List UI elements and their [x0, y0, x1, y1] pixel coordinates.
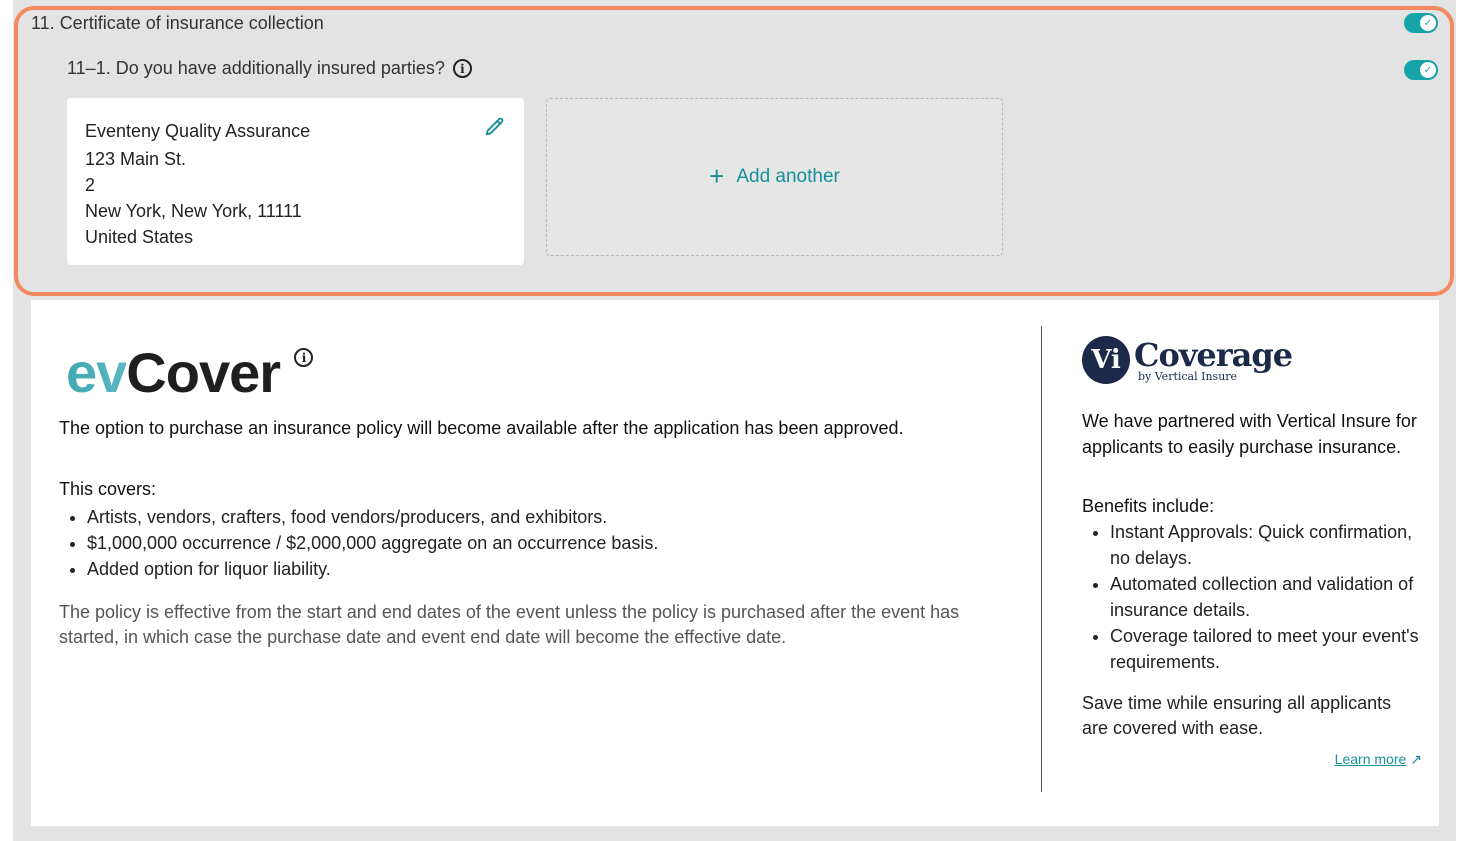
list-item: Artists, vendors, crafters, food vendors… — [87, 504, 1019, 530]
evcover-details: The option to purchase an insurance poli… — [59, 418, 1019, 650]
benefits-title: Benefits include: — [1082, 496, 1215, 516]
evcover-logo-ev: ev — [66, 341, 127, 404]
section-title: 11. Certificate of insurance collection — [31, 13, 324, 33]
party-country: United States — [85, 227, 194, 247]
covers-list: Artists, vendors, crafters, food vendors… — [59, 504, 1019, 582]
vi-logo-by: by Vertical Insure — [1138, 369, 1238, 383]
vi-coverage-logo: Vi Coverage by Vertical Insure — [1082, 330, 1422, 390]
question-title: 11–1. Do you have additionally insured p… — [67, 58, 472, 79]
purchase-notice: The option to purchase an insurance poli… — [59, 418, 904, 438]
pencil-icon[interactable] — [484, 116, 506, 138]
check-icon: ✓ — [1420, 62, 1436, 78]
evcover-logo: ev Cover i — [66, 340, 314, 405]
list-item: Instant Approvals: Quick confirmation, n… — [1110, 519, 1422, 571]
question-toggle[interactable]: ✓ — [1404, 60, 1438, 80]
list-item: Added option for liquor liability. — [87, 556, 1019, 582]
add-another-button[interactable]: + Add another — [546, 98, 1003, 256]
plus-icon: + — [709, 161, 725, 191]
check-icon: ✓ — [1420, 15, 1436, 31]
info-icon[interactable]: i — [294, 348, 314, 367]
insurance-info-panel: ev Cover i The option to purchase an ins… — [31, 300, 1439, 826]
party-city-line: New York, New York, 11111 — [85, 201, 302, 221]
learn-more-link[interactable]: Learn more ↗ — [1082, 751, 1422, 768]
covers-title: This covers: — [59, 479, 157, 499]
party-name: Eventeny Quality Assurance — [85, 121, 311, 141]
partner-text: We have partnered with Vertical Insure f… — [1082, 411, 1417, 457]
list-item: Coverage tailored to meet your event's r… — [1110, 623, 1422, 675]
party-address1: 123 Main St. — [85, 149, 187, 169]
policy-effective-text: The policy is effective from the start a… — [59, 602, 960, 647]
learn-more-label: Learn more — [1334, 751, 1407, 767]
party-address2: 2 — [85, 175, 96, 195]
vertical-insure-panel: Vi Coverage by Vertical Insure We have p… — [1082, 330, 1422, 768]
list-item: Automated collection and validation of i… — [1110, 571, 1422, 623]
insured-party-card: Eventeny Quality Assurance 123 Main St. … — [67, 98, 524, 265]
vi-logo-word: Coverage — [1134, 335, 1293, 374]
column-divider — [1041, 326, 1042, 792]
evcover-logo-cover: Cover — [126, 341, 281, 404]
add-another-label: Add another — [736, 166, 840, 187]
save-time-text: Save time while ensuring all applicants … — [1082, 693, 1392, 738]
benefits-list: Instant Approvals: Quick confirmation, n… — [1082, 519, 1422, 675]
info-icon[interactable]: i — [452, 59, 472, 78]
section-toggle[interactable]: ✓ — [1404, 13, 1438, 33]
vi-logo-mark: Vi — [1082, 336, 1130, 384]
arrow-up-right-icon: ↗ — [1410, 751, 1422, 767]
list-item: $1,000,000 occurrence / $2,000,000 aggre… — [87, 530, 1019, 556]
question-label: 11–1. Do you have additionally insured p… — [67, 58, 445, 78]
